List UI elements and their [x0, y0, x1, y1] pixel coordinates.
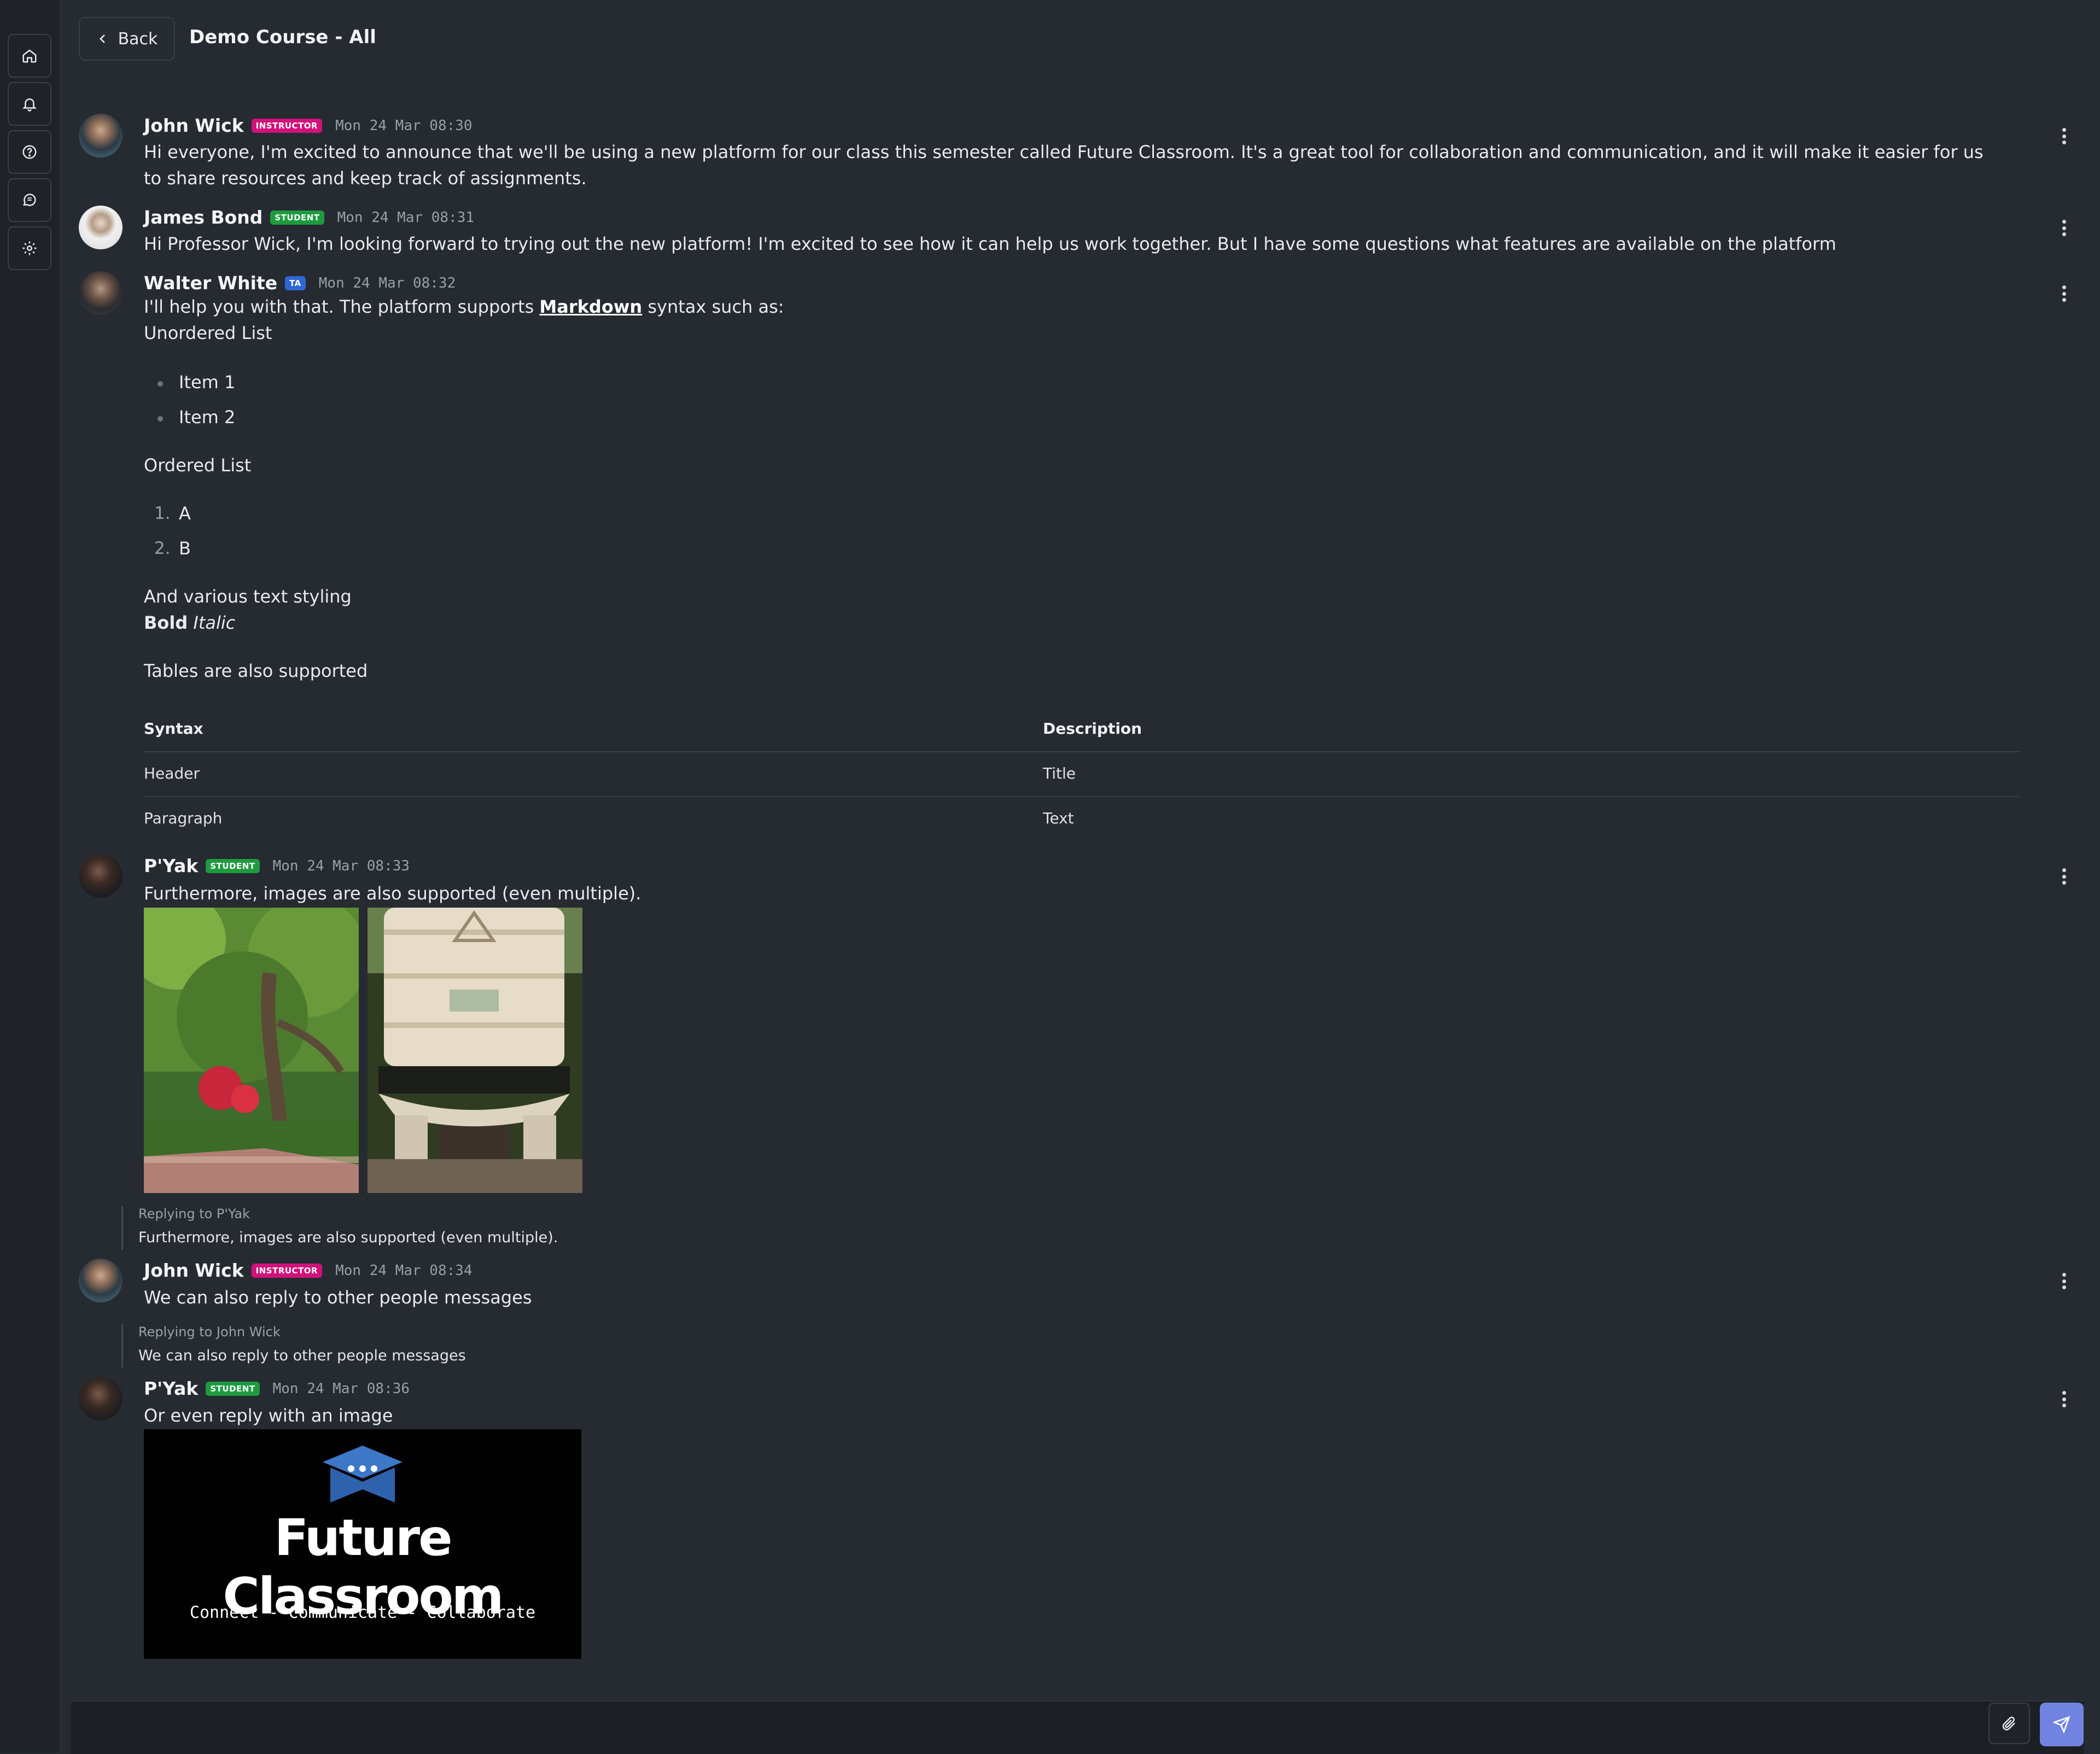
message-text: Hi everyone, I'm excited to announce tha… [144, 142, 1984, 189]
message-timestamp: Mon 24 Mar 08:36 [272, 1380, 410, 1397]
table-header: Description [1043, 720, 1142, 738]
reply-label: Replying to P'Yak [138, 1206, 250, 1221]
home-button[interactable] [8, 34, 51, 78]
chevron-left-icon [99, 34, 105, 43]
message-timestamp: Mon 24 Mar 08:30 [335, 117, 472, 134]
settings-button[interactable] [8, 226, 51, 270]
avatar [79, 271, 122, 315]
role-badge: STUDENT [206, 858, 260, 873]
tables-heading: Tables are also supported [144, 660, 368, 681]
author-name: P'Yak [144, 1378, 199, 1399]
attached-image-tower[interactable] [368, 908, 582, 1193]
italic-text: Italic [193, 612, 236, 633]
styling-heading: And various text styling [144, 586, 352, 607]
role-badge: STUDENT [270, 210, 324, 225]
logo-tagline: Connect - Communicate - Collaborate [189, 1603, 536, 1622]
more-options-icon[interactable] [2058, 1391, 2069, 1407]
table-cell: Title [1043, 764, 1076, 782]
sidebar-rail [0, 0, 61, 1753]
message-timestamp: Mon 24 Mar 08:34 [335, 1262, 472, 1279]
help-icon [22, 145, 37, 159]
message-timestamp: Mon 24 Mar 08:32 [318, 274, 456, 291]
avatar [79, 1259, 122, 1302]
message-text: Furthermore, images are also supported (… [144, 883, 641, 904]
more-options-icon[interactable] [2058, 128, 2069, 144]
message-intro: I'll help you with that. The platform su… [144, 296, 784, 317]
bullet-marker [158, 381, 163, 387]
avatar [79, 854, 122, 898]
help-button[interactable] [8, 130, 51, 174]
intro-text-end: syntax such as: [642, 296, 784, 317]
back-label: Back [118, 29, 158, 49]
author-name: John Wick [144, 1260, 244, 1281]
author-name: Walter White [144, 272, 278, 294]
table-header: Syntax [144, 720, 203, 738]
attached-image-garden[interactable] [144, 908, 359, 1193]
ordered-list-heading: Ordered List [144, 455, 252, 476]
message-text: Or even reply with an image [144, 1405, 393, 1426]
gear-icon [22, 241, 37, 255]
intro-text: I'll help you with that. The platform su… [144, 296, 540, 317]
notifications-button[interactable] [8, 82, 51, 126]
list-item: Item 2 [179, 407, 236, 428]
message-text: We can also reply to other people messag… [144, 1287, 532, 1308]
avatar [79, 114, 122, 157]
unordered-list-heading: Unordered List [144, 323, 272, 343]
send-button[interactable] [2040, 1703, 2084, 1746]
message-timestamp: Mon 24 Mar 08:31 [337, 209, 475, 226]
chat-button[interactable] [8, 178, 51, 222]
bell-icon [22, 98, 37, 112]
reply-text: Furthermore, images are also supported (… [138, 1229, 558, 1246]
author-name: John Wick [144, 115, 244, 136]
table-cell: Text [1043, 809, 1074, 827]
chat-icon [23, 194, 36, 206]
bullet-marker [158, 416, 163, 422]
reply-text: We can also reply to other people messag… [138, 1347, 466, 1364]
bold-text: Bold [144, 612, 188, 633]
more-options-icon[interactable] [2058, 220, 2069, 236]
role-badge: INSTRUCTOR [251, 118, 323, 133]
role-badge: STUDENT [206, 1381, 260, 1396]
ordered-marker: 1. [154, 504, 171, 523]
message-text: Hi Professor Wick, I'm looking forward t… [144, 233, 1836, 254]
table-cell: Header [144, 764, 200, 782]
role-badge: TA [285, 276, 306, 290]
message-timestamp: Mon 24 Mar 08:33 [272, 857, 410, 874]
reply-preview[interactable]: Replying to P'Yak Furthermore, images ar… [121, 1206, 558, 1250]
more-options-icon[interactable] [2058, 1273, 2069, 1289]
back-button[interactable]: Back [79, 17, 175, 61]
author-name: James Bond [144, 207, 263, 228]
list-item: A [179, 503, 191, 524]
avatar [79, 1377, 122, 1420]
list-item: Item 1 [179, 372, 236, 393]
message-input[interactable] [71, 1700, 2084, 1754]
home-icon [22, 49, 37, 63]
role-badge: INSTRUCTOR [251, 1263, 323, 1278]
avatar [79, 206, 122, 249]
markdown-link[interactable]: Markdown [539, 296, 642, 317]
attached-image-logo[interactable]: Future Classroom Connect - Communicate -… [144, 1429, 581, 1659]
list-item: B [179, 538, 191, 559]
styled-text: Bold Italic [144, 612, 235, 633]
reply-preview[interactable]: Replying to John Wick We can also reply … [121, 1324, 466, 1368]
more-options-icon[interactable] [2058, 868, 2069, 885]
table-divider [144, 751, 2020, 752]
graduation-cap-icon [323, 1446, 402, 1502]
table-divider [144, 796, 2020, 797]
attach-button[interactable] [1988, 1703, 2030, 1744]
more-options-icon[interactable] [2058, 285, 2069, 302]
reply-label: Replying to John Wick [138, 1324, 281, 1340]
paperclip-icon [2002, 1716, 2015, 1730]
page-title: Demo Course - All [189, 26, 376, 48]
author-name: P'Yak [144, 855, 199, 876]
ordered-marker: 2. [154, 539, 171, 558]
send-icon [2053, 1716, 2070, 1733]
table-cell: Paragraph [144, 809, 223, 827]
